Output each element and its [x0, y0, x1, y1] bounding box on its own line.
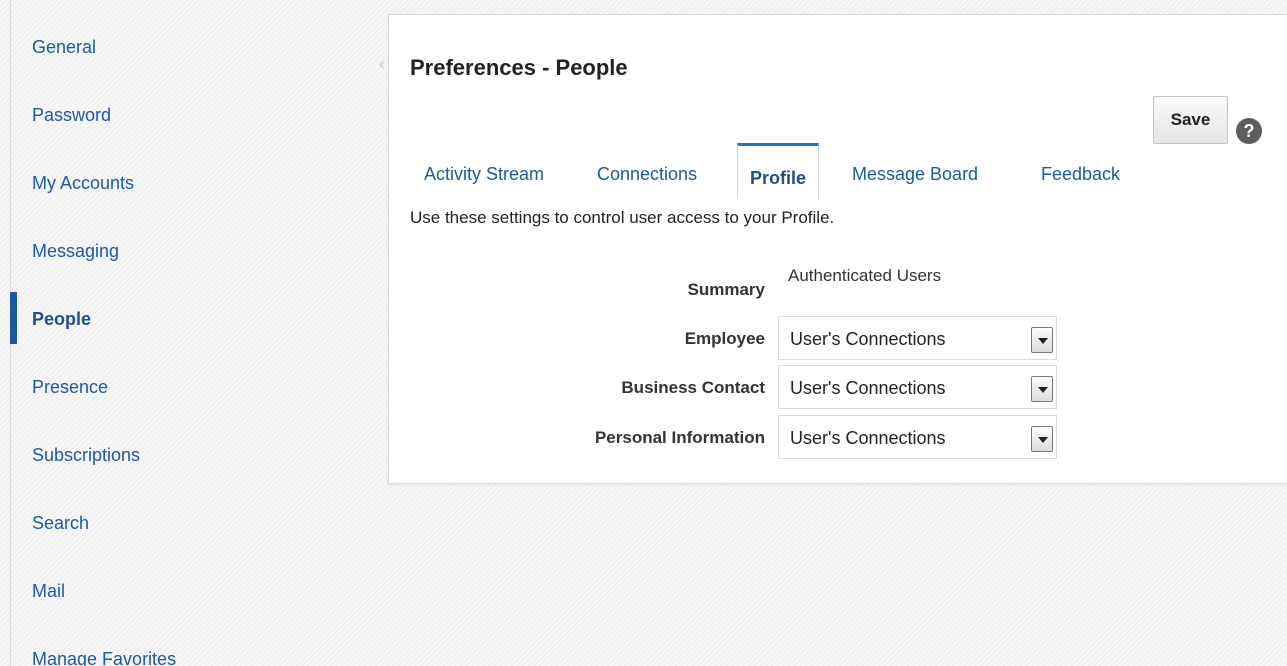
tab-profile[interactable]: Profile	[737, 143, 820, 199]
sidebar-item-mail[interactable]: Mail	[32, 580, 65, 602]
employee-label: Employee	[684, 329, 765, 348]
business-contact-label: Business Contact	[621, 378, 765, 397]
chevron-down-icon[interactable]	[1031, 426, 1053, 452]
tab-description: Use these settings to control user acces…	[410, 208, 835, 227]
employee-select-value: User's Connections	[790, 329, 946, 349]
business-contact-select[interactable]: User's Connections	[778, 365, 1057, 409]
collapse-chevron-icon[interactable]: ‹	[379, 55, 385, 73]
tab-connections[interactable]: Connections	[597, 163, 697, 185]
page-title: Preferences - People	[410, 55, 628, 80]
selected-indicator	[10, 292, 17, 344]
personal-information-label: Personal Information	[594, 428, 765, 447]
tab-activity-stream[interactable]: Activity Stream	[424, 163, 544, 185]
chevron-down-icon[interactable]	[1031, 376, 1053, 402]
sidebar-item-presence[interactable]: Presence	[32, 376, 108, 398]
chevron-down-icon[interactable]	[1031, 327, 1053, 353]
sidebar-item-subscriptions[interactable]: Subscriptions	[32, 444, 140, 466]
business-contact-select-value: User's Connections	[790, 378, 946, 398]
save-button[interactable]: Save	[1153, 96, 1228, 144]
sidebar-item-manage-favorites[interactable]: Manage Favorites	[32, 648, 176, 666]
tab-bar: Activity Stream Connections Profile Mess…	[389, 143, 1287, 199]
preferences-panel: ‹ Preferences - People Save ? Activity S…	[379, 14, 1287, 484]
help-icon[interactable]: ?	[1236, 118, 1262, 144]
sidebar-item-my-accounts[interactable]: My Accounts	[32, 172, 134, 194]
personal-information-select[interactable]: User's Connections	[778, 415, 1057, 459]
summary-value: Authenticated Users	[788, 266, 942, 285]
preferences-sidebar: General Password My Accounts Messaging P…	[0, 0, 378, 666]
sidebar-item-password[interactable]: Password	[32, 104, 111, 126]
sidebar-item-messaging[interactable]: Messaging	[32, 240, 119, 262]
personal-information-select-value: User's Connections	[790, 428, 946, 448]
tab-message-board[interactable]: Message Board	[852, 163, 978, 185]
employee-select[interactable]: User's Connections	[778, 316, 1057, 360]
summary-label: Summary	[687, 280, 765, 299]
sidebar-item-search[interactable]: Search	[32, 512, 89, 534]
tab-feedback[interactable]: Feedback	[1041, 163, 1120, 185]
sidebar-item-general[interactable]: General	[32, 36, 96, 58]
sidebar-item-people[interactable]: People	[32, 308, 91, 330]
